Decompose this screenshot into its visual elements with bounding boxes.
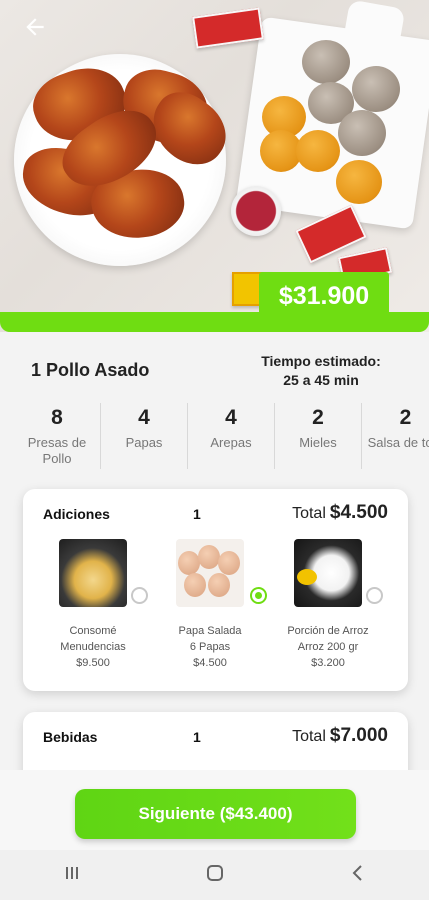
product-title: 1 Pollo Asado [31, 360, 150, 380]
bread-roll [338, 110, 386, 156]
stat-value: 2 [312, 406, 324, 429]
stat-value: 4 [138, 406, 150, 429]
item-detail: Arroz 200 gr [297, 641, 359, 653]
total-label: Total [292, 505, 326, 522]
papa-salada-photo [176, 539, 244, 607]
item-price: $4.500 [193, 657, 227, 669]
adiciones-total: Total $4.500 [292, 502, 388, 524]
stat-presas: 8 Presas de Pollo [14, 403, 101, 469]
arepa [296, 130, 340, 172]
item-name: Consomé [69, 625, 117, 637]
bebidas-count: 1 [193, 729, 201, 745]
home-icon [205, 863, 225, 888]
stat-label: Presas de Pollo [27, 435, 87, 466]
bread-roll [352, 66, 400, 112]
adiciones-title: Adiciones [43, 506, 110, 522]
total-label: Total [292, 728, 326, 745]
recents-button[interactable] [42, 855, 102, 895]
stat-value: 4 [225, 406, 237, 429]
arroz-radio[interactable] [366, 587, 383, 604]
item-price: $9.500 [76, 657, 110, 669]
papa-salada-radio[interactable] [250, 587, 267, 604]
bread-roll [302, 40, 350, 84]
system-nav-bar [0, 850, 429, 900]
product-contents: 8 Presas de Pollo 4 Papas 4 Arepas 2 Mie… [14, 403, 429, 473]
arrow-left-icon [22, 14, 48, 45]
item-text: Porción de Arroz Arroz 200 gr $3.200 [268, 623, 388, 671]
chevron-left-icon [348, 863, 368, 888]
sauce-cup [231, 186, 281, 236]
bebidas-total: Total $7.000 [292, 725, 388, 747]
back-button[interactable] [18, 14, 52, 44]
system-back-button[interactable] [328, 855, 388, 895]
item-price: $3.200 [311, 657, 345, 669]
bebidas-header: Bebidas 1 Total $7.000 [23, 712, 408, 764]
estimated-time: Tiempo estimado: 25 a 45 min [250, 352, 392, 390]
sauce-packet [192, 7, 264, 49]
adiciones-header: Adiciones 1 Total $4.500 [23, 489, 408, 541]
estimated-time-label: Tiempo estimado: [261, 353, 381, 369]
stat-mieles: 2 Mieles [275, 403, 362, 469]
item-detail: 6 Papas [189, 641, 231, 653]
stat-arepas: 4 Arepas [188, 403, 275, 469]
stat-label: Papas [125, 435, 163, 450]
total-amount: $4.500 [329, 502, 388, 523]
arepa [336, 160, 382, 204]
adiciones-count: 1 [193, 506, 201, 522]
stat-value: 2 [399, 406, 412, 429]
product-price: $31.900 [259, 272, 389, 320]
adiciones-items: Consomé Menudencias $9.500 Papa Salada 6… [23, 539, 408, 689]
stat-label: Arepas [210, 435, 252, 450]
recents-icon [62, 863, 82, 888]
stat-value: 8 [51, 406, 63, 429]
item-name: Porción de Arroz [287, 625, 369, 637]
bebidas-title: Bebidas [43, 729, 98, 745]
item-name: Papa Salada [178, 625, 242, 637]
home-button[interactable] [185, 855, 245, 895]
item-text: Papa Salada 6 Papas $4.500 [150, 623, 270, 671]
total-amount: $7.000 [329, 725, 388, 746]
estimated-time-value: 25 a 45 min [283, 372, 359, 388]
stat-label: Salsa de tom [367, 435, 429, 450]
item-text: Consomé Menudencias $9.500 [33, 623, 153, 671]
stat-papas: 4 Papas [101, 403, 188, 469]
next-button[interactable]: Siguiente ($43.400) [75, 789, 356, 839]
stat-salsa: 2 Salsa de tom [362, 403, 429, 469]
adiciones-card: Adiciones 1 Total $4.500 Consomé Menudenc… [23, 489, 408, 691]
consome-photo [59, 539, 127, 607]
item-detail: Menudencias [60, 641, 126, 653]
arroz-photo [294, 539, 362, 607]
stat-label: Mieles [299, 435, 337, 450]
consome-radio[interactable] [131, 587, 148, 604]
